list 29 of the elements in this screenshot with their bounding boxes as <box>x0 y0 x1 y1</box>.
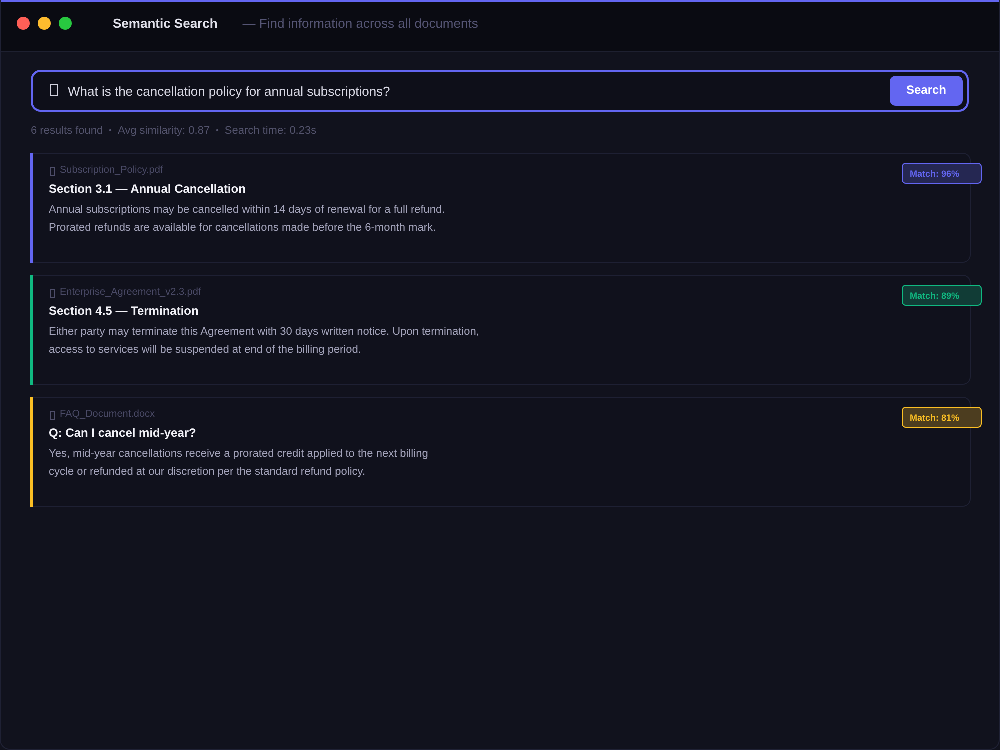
match-score-badge: Match: 81% <box>902 407 982 428</box>
missing-glyph-icon <box>50 288 55 298</box>
window-subtitle: — Find information across all documents <box>242 16 478 31</box>
bullet-separator: • <box>216 125 219 137</box>
search-stat: 6 results found <box>31 124 104 138</box>
search-button[interactable]: Search <box>890 76 963 106</box>
result-card[interactable] <box>33 275 971 385</box>
missing-glyph-icon <box>50 410 55 420</box>
result-title: Section 4.5 — Termination <box>49 303 200 319</box>
bullet-separator: • <box>109 125 112 137</box>
search-stat: Search time: 0.23s <box>224 124 317 138</box>
missing-glyph-icon <box>50 166 55 176</box>
file-name: Subscription_Policy.pdf <box>60 164 164 178</box>
file-name: Enterprise_Agreement_v2.3.pdf <box>60 286 202 300</box>
result-excerpt: Annual subscriptions may be cancelled within 14 days of renewal for a full refund. Prorated refunds are available for cancellations made before the 6-month mark. <box>49 203 446 236</box>
match-score-badge: Match: 89% <box>902 285 982 306</box>
result-excerpt: Either party may terminate this Agreement with 30 days written notice. Upon termination, access to services will be suspended at end of the billing period. <box>49 325 480 358</box>
close-button[interactable] <box>17 17 30 30</box>
result-card[interactable] <box>33 153 971 263</box>
result-title: Q: Can I cancel mid-year? <box>49 425 198 441</box>
result-excerpt: Yes, mid-year cancellations receive a prorated credit applied to the next billing cycle or refunded at our discretion per the standard refund policy. <box>49 447 430 480</box>
search-stat: Avg similarity: 0.87 <box>118 124 210 138</box>
match-score-badge: Match: 96% <box>902 163 982 184</box>
maximize-button[interactable] <box>59 17 72 30</box>
file-name: FAQ_Document.docx <box>60 408 156 422</box>
minimize-button[interactable] <box>38 17 51 30</box>
result-title: Section 3.1 — Annual Cancellation <box>49 181 247 197</box>
window-title: Semantic Search <box>113 16 218 31</box>
missing-glyph-icon <box>50 84 58 96</box>
